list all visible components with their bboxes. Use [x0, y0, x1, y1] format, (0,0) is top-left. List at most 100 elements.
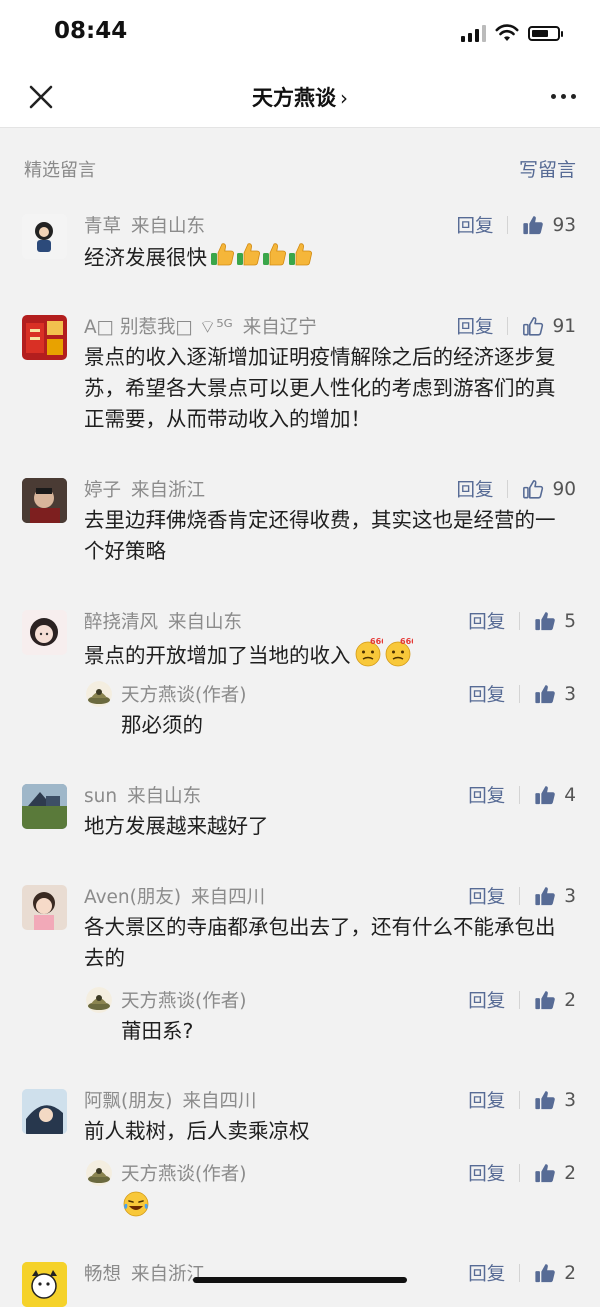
comment-location: 来自辽宁 [242, 317, 317, 338]
divider [519, 1264, 521, 1282]
like-count: 93 [552, 214, 576, 236]
comment-author-line: 婷子 来自浙江 [84, 476, 205, 502]
status-time: 08:44 [54, 18, 128, 44]
like-count: 5 [564, 610, 576, 632]
reply-button[interactable]: 回复 [456, 313, 493, 339]
divider [519, 685, 521, 703]
reply-button[interactable]: 回复 [468, 608, 505, 634]
signal-icon [461, 24, 486, 42]
avatar[interactable] [22, 214, 67, 259]
comment-author-line: sun 来自山东 [84, 782, 201, 808]
avatar[interactable] [22, 478, 67, 523]
comment-location: 来自山东 [131, 216, 206, 237]
comment-author: 醉挠清风 [84, 612, 159, 633]
status-icons [461, 24, 563, 42]
account-name: 天方燕谈 [252, 86, 336, 110]
like-button[interactable]: 3 [534, 683, 576, 705]
nav-title[interactable]: 天方燕谈 › [0, 82, 600, 112]
author-avatar[interactable] [86, 1160, 112, 1186]
comment-text-row: 经济发展很快 [84, 241, 564, 276]
comment-author-line: 阿飘(朋友) 来自四川 [84, 1087, 256, 1113]
thumbs-up-filled-icon [534, 1162, 556, 1184]
comment-text: 去里边拜佛烧香肯定还得收费，其实这也是经营的一个好策略 [84, 508, 556, 563]
reply-button[interactable]: 回复 [456, 476, 493, 502]
comment-actions: 回复 4 [468, 782, 576, 808]
comment-text: 各大景区的寺庙都承包出去了，还有什么不能承包出去的 [84, 915, 556, 970]
comment-actions: 回复 90 [456, 476, 576, 502]
avatar[interactable] [22, 885, 67, 930]
reply-author: 天方燕谈(作者) [121, 991, 247, 1012]
comment-location: 来自四川 [191, 887, 266, 908]
section-header: 精选留言 写留言 [0, 152, 600, 186]
reply-button[interactable]: 回复 [468, 883, 505, 909]
reply-button[interactable]: 回复 [468, 987, 505, 1013]
comment-author: 婷子 [84, 480, 122, 501]
avatar[interactable] [22, 1089, 67, 1134]
like-count: 2 [564, 1262, 576, 1284]
divider [519, 786, 521, 804]
write-comment-button[interactable]: 写留言 [519, 155, 576, 182]
divider [519, 887, 521, 905]
reply-button[interactable]: 回复 [468, 1087, 505, 1113]
divider [519, 991, 521, 1009]
thumbs-up-filled-icon [534, 610, 556, 632]
thumbs-up-filled-icon [534, 989, 556, 1011]
reply-text: 那必须的 [121, 713, 203, 737]
like-button[interactable]: 4 [534, 784, 576, 806]
divider [507, 216, 509, 234]
thumbs-up-emoji [209, 241, 313, 276]
avatar[interactable] [22, 784, 67, 829]
nav-bar: 天方燕谈 › [0, 68, 600, 128]
like-button[interactable]: 3 [534, 1089, 576, 1111]
comment-author-line: A□ 别惹我□ ⌔⁵ᴳ 来自辽宁 [84, 313, 317, 339]
chevron-right-icon: › [340, 86, 348, 110]
reply-button[interactable]: 回复 [468, 1160, 505, 1186]
comment-author-line: 醉挠清风 来自山东 [84, 608, 242, 634]
comment-actions: 回复 91 [456, 313, 576, 339]
wifi-icon [495, 24, 519, 41]
avatar[interactable] [22, 1262, 67, 1307]
like-button[interactable]: 90 [522, 478, 576, 500]
comment-text: 景点的收入逐渐增加证明疫情解除之后的经济逐步复苏，希望各大景点可以更人性化的考虑… [84, 345, 556, 431]
comment-location: 来自四川 [182, 1091, 257, 1112]
comment-actions: 回复 3 [468, 883, 576, 909]
like-button[interactable]: 2 [534, 1262, 576, 1284]
reply-author: 天方燕谈(作者) [121, 685, 247, 706]
author-avatar[interactable] [86, 987, 112, 1013]
thumbs-up-filled-icon [522, 214, 544, 236]
section-title: 精选留言 [24, 160, 96, 181]
comment-text-row: 景点的开放增加了当地的收入 [84, 637, 564, 676]
divider [519, 1164, 521, 1182]
thumbs-up-filled-icon [534, 683, 556, 705]
like-count: 4 [564, 784, 576, 806]
comment-location: 来自山东 [127, 786, 202, 807]
reply-button[interactable]: 回复 [468, 782, 505, 808]
divider [519, 1091, 521, 1109]
like-button[interactable]: 91 [522, 315, 576, 337]
like-button[interactable]: 3 [534, 885, 576, 907]
author-avatar[interactable] [86, 681, 112, 707]
like-button[interactable]: 5 [534, 610, 576, 632]
comment-author-line: 青草 来自山东 [84, 212, 205, 238]
comment-author: A□ 别惹我□ ⌔⁵ᴳ [84, 317, 233, 338]
reply-button[interactable]: 回复 [468, 681, 505, 707]
like-button[interactable]: 2 [534, 1162, 576, 1184]
thumbs-up-filled-icon [534, 784, 556, 806]
like-button[interactable]: 2 [534, 989, 576, 1011]
comment-actions: 回复 3 [468, 1087, 576, 1113]
comment-actions: 回复 93 [456, 212, 576, 238]
thumbs-up-outline-icon [522, 478, 544, 500]
reply-button[interactable]: 回复 [468, 1260, 505, 1286]
avatar[interactable] [22, 610, 67, 655]
more-icon[interactable] [551, 94, 576, 99]
reply-actions: 回复 2 [468, 987, 576, 1013]
divider [519, 612, 521, 630]
reply-button[interactable]: 回复 [456, 212, 493, 238]
home-indicator[interactable] [193, 1277, 407, 1283]
reply-actions: 回复 3 [468, 681, 576, 707]
like-count: 90 [552, 478, 576, 500]
avatar[interactable] [22, 315, 67, 360]
like-button[interactable]: 93 [522, 214, 576, 236]
reply-author: 天方燕谈(作者) [121, 1164, 247, 1185]
comment-author: 阿飘(朋友) [84, 1091, 173, 1112]
